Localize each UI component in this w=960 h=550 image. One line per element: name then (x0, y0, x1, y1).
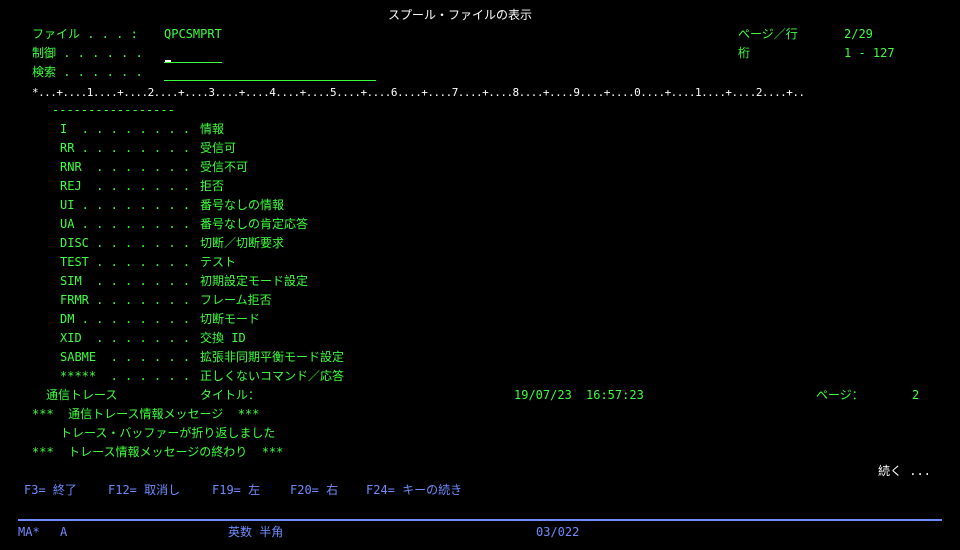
entry-desc: 交換 ID (200, 331, 246, 345)
column-label: 桁 (738, 46, 751, 60)
f19-left-key[interactable]: F19= 左 (212, 481, 260, 500)
trace-page-label: ページ： (816, 388, 864, 402)
file-label: ファイル . . . : (32, 27, 138, 41)
entry-code: DISC . . . . . . . (60, 236, 191, 250)
f20-right-key[interactable]: F20= 右 (290, 481, 338, 500)
column-value: 1 - 127 (844, 46, 895, 60)
entry-desc: 正しくないコマンド／応答 (200, 369, 345, 383)
trace-time: 16:57:23 (586, 388, 644, 402)
cursor-position: 03/022 (536, 525, 580, 539)
entry-desc: 拡張非同期平衡モード設定 (200, 350, 345, 364)
entry-desc: 初期設定モード設定 (200, 274, 309, 288)
trace-label: 通信トレース (46, 388, 118, 402)
input-mode-indicator: 英数 半角 (228, 525, 284, 539)
dash-line: ----------------- (52, 103, 175, 117)
entry-desc: 番号なしの情報 (200, 198, 285, 212)
more-indicator: 続く ... (878, 464, 931, 478)
entry-code: SIM . . . . . . . (60, 274, 191, 288)
control-label: 制御 . . . . . . (32, 46, 143, 60)
trace-message-header: *** 通信トレース情報メッセージ *** (32, 407, 260, 421)
page-row-value: 2/29 (844, 27, 873, 41)
file-value: QPCSMPRT (164, 27, 222, 41)
trace-page-value: 2 (912, 388, 920, 402)
status-separator (18, 519, 942, 521)
entry-desc: 受信可 (200, 141, 237, 155)
terminal-screen: スプール・ファイルの表示 ファイル . . . : QPCSMPRT ページ／行… (0, 0, 960, 550)
entry-code: XID . . . . . . . (60, 331, 191, 345)
entry-desc: 拒否 (200, 179, 225, 193)
session-indicator: MA* (18, 525, 40, 539)
entry-desc: 切断モード (200, 312, 261, 326)
mode-indicator: A (60, 525, 68, 539)
entry-code: RNR . . . . . . . (60, 160, 191, 174)
f3-exit-key[interactable]: F3= 終了 (24, 481, 77, 500)
entry-code: FRMR . . . . . . . (60, 293, 191, 307)
entry-desc: テスト (200, 255, 237, 269)
entry-desc: 受信不可 (200, 160, 249, 174)
trace-date: 19/07/23 (514, 388, 572, 402)
entry-desc: フレーム拒否 (200, 293, 272, 307)
entry-code: DM . . . . . . . . (60, 312, 191, 326)
entry-code: UA . . . . . . . . (60, 217, 191, 231)
search-input[interactable] (164, 80, 376, 81)
entry-desc: 情報 (200, 122, 225, 136)
page-title: スプール・ファイルの表示 (388, 8, 533, 22)
control-input[interactable] (164, 62, 222, 63)
entry-code: TEST . . . . . . . (60, 255, 191, 269)
entry-code: I . . . . . . . . (60, 122, 191, 136)
trace-title-label: タイトル： (200, 388, 261, 402)
entry-code: UI . . . . . . . . (60, 198, 191, 212)
entry-desc: 番号なしの肯定応答 (200, 217, 309, 231)
f12-cancel-key[interactable]: F12= 取消し (108, 481, 180, 500)
entry-code: SABME . . . . . . (60, 350, 191, 364)
page-row-label: ページ／行 (738, 27, 798, 41)
entry-code: REJ . . . . . . . (60, 179, 191, 193)
entry-desc: 切断／切断要求 (200, 236, 285, 250)
column-ruler: *...+....1....+....2....+....3....+....4… (32, 86, 805, 99)
entry-code: ***** . . . . . . (60, 369, 191, 383)
search-label: 検索 . . . . . . (32, 65, 143, 79)
trace-message-text: トレース・バッファーが折り返しました (60, 426, 276, 440)
trace-message-footer: *** トレース情報メッセージの終わり *** (32, 445, 284, 459)
entry-code: RR . . . . . . . . (60, 141, 191, 155)
f24-more-keys-key[interactable]: F24= キーの続き (366, 481, 462, 500)
